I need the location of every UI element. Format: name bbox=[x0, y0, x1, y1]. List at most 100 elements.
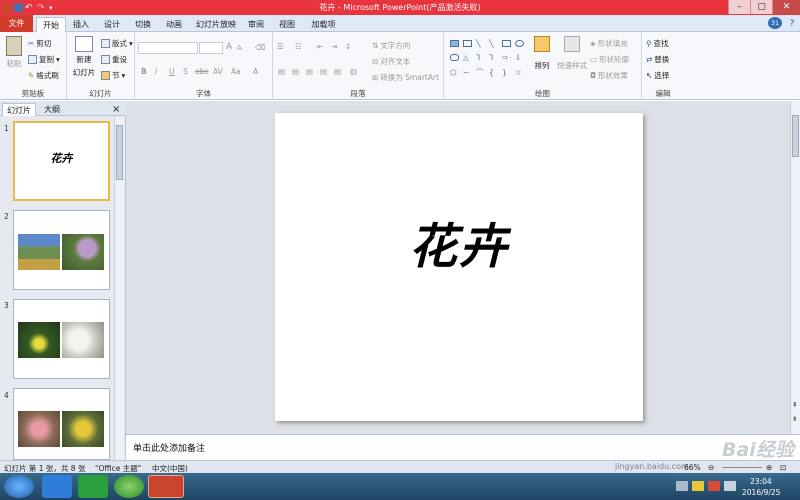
star-shape-icon[interactable]: ☆ bbox=[515, 68, 526, 77]
char-spacing-button[interactable]: AV bbox=[213, 67, 223, 76]
slide-title[interactable]: 花卉 bbox=[275, 207, 643, 277]
align-left-icon[interactable]: ▤ bbox=[278, 67, 285, 76]
decrease-indent-icon[interactable]: ⇤ bbox=[317, 42, 323, 51]
grow-font-button[interactable]: A bbox=[226, 42, 232, 52]
maximize-button[interactable]: ▢ bbox=[750, 0, 772, 14]
line-shape-icon[interactable]: ╲ bbox=[489, 39, 500, 48]
shadow-button[interactable]: S bbox=[183, 67, 188, 76]
elbow-connector-icon[interactable]: ⅂ bbox=[489, 53, 500, 62]
format-painter-button[interactable]: ✎ 格式刷 bbox=[28, 70, 59, 81]
scrollbar-thumb[interactable] bbox=[792, 115, 799, 157]
align-center-icon[interactable]: ▤ bbox=[292, 67, 299, 76]
zoom-out-icon[interactable]: ⊖ bbox=[708, 463, 714, 472]
replace-button[interactable]: ⇄ 替换 bbox=[646, 54, 669, 65]
fit-window-icon[interactable]: ⊡ bbox=[780, 463, 786, 472]
tab-slideshow[interactable]: 幻灯片放映 bbox=[194, 17, 238, 32]
pentagon-shape-icon[interactable]: ⬠ bbox=[450, 68, 461, 77]
zoom-slider[interactable] bbox=[722, 467, 762, 468]
curve-shape-icon[interactable]: ∼ bbox=[463, 68, 474, 77]
slide-canvas[interactable]: 花卉 bbox=[275, 113, 643, 421]
justify-icon[interactable]: ▤ bbox=[320, 67, 327, 76]
slide-thumbnail-4[interactable] bbox=[13, 388, 110, 460]
brace-shape-icon[interactable]: } bbox=[502, 68, 513, 77]
next-slide-icon[interactable]: ⇟ bbox=[792, 415, 798, 423]
underline-button[interactable]: U bbox=[169, 67, 175, 76]
tray-icon[interactable] bbox=[692, 481, 704, 491]
align-text-button[interactable]: ⊟ 对齐文本 bbox=[372, 56, 410, 67]
minimize-button[interactable]: – bbox=[728, 0, 750, 14]
tab-home[interactable]: 开始 bbox=[36, 17, 66, 32]
zoom-in-icon[interactable]: ⊕ bbox=[766, 463, 772, 472]
tab-insert[interactable]: 插入 bbox=[70, 17, 92, 32]
layout-button[interactable]: 版式 ▾ bbox=[101, 38, 133, 49]
bullets-icon[interactable]: ☰ bbox=[277, 42, 284, 51]
oval-shape-icon[interactable] bbox=[515, 39, 524, 47]
tab-addins[interactable]: 加载项 bbox=[307, 17, 340, 32]
convert-smartart-button[interactable]: ⊞ 转换为 SmartArt bbox=[372, 72, 439, 83]
arrange-button[interactable]: 排列 bbox=[534, 36, 550, 71]
numbering-icon[interactable]: ☷ bbox=[295, 42, 302, 51]
rectangle-shape-icon[interactable] bbox=[502, 39, 511, 47]
shape-fill-button[interactable]: ◈ 形状填充 bbox=[590, 38, 628, 49]
cut-button[interactable]: ✂ 剪切 bbox=[28, 38, 51, 49]
section-button[interactable]: 节 ▾ bbox=[101, 70, 125, 81]
increase-indent-icon[interactable]: ⇥ bbox=[331, 42, 337, 51]
tab-design[interactable]: 设计 bbox=[101, 17, 123, 32]
help-icon[interactable]: ? bbox=[786, 17, 798, 32]
font-name-select[interactable] bbox=[138, 42, 198, 54]
close-panel-icon[interactable]: × bbox=[112, 103, 120, 116]
reset-button[interactable]: 重设 bbox=[101, 54, 127, 65]
new-slide-button[interactable]: 新建 幻灯片 bbox=[70, 36, 98, 78]
font-size-select[interactable] bbox=[199, 42, 223, 54]
scrollbar-thumb[interactable] bbox=[116, 125, 123, 180]
text-direction-button[interactable]: ⇅ 文字方向 bbox=[372, 40, 410, 51]
iqiyi-taskbar-icon[interactable] bbox=[78, 475, 108, 498]
clock-time[interactable]: 23:04 bbox=[750, 477, 772, 486]
rounded-rect-shape-icon[interactable] bbox=[450, 53, 459, 61]
slide-thumbnail-2[interactable] bbox=[13, 210, 110, 290]
arrow-shape-icon[interactable]: ⇨ bbox=[502, 53, 513, 62]
arrow-shape-icon[interactable]: ⇩ bbox=[515, 53, 526, 62]
browser-taskbar-icon[interactable] bbox=[42, 475, 72, 498]
copy-button[interactable]: 复制 ▾ bbox=[28, 54, 60, 65]
textbox-shape-icon[interactable] bbox=[463, 39, 472, 47]
bold-button[interactable]: B bbox=[141, 67, 147, 76]
slide-thumbnail-3[interactable] bbox=[13, 299, 110, 379]
tab-outline[interactable]: 大纲 bbox=[40, 103, 64, 116]
zoom-level[interactable]: 66% bbox=[684, 463, 701, 472]
change-case-button[interactable]: Aa bbox=[231, 67, 241, 76]
tab-transitions[interactable]: 切换 bbox=[132, 17, 154, 32]
clear-format-icon[interactable]: ⌫ bbox=[255, 43, 266, 52]
triangle-shape-icon[interactable]: △ bbox=[463, 53, 474, 62]
tray-icon[interactable] bbox=[708, 481, 720, 491]
elbow-connector-icon[interactable]: ⅂ bbox=[476, 53, 487, 62]
network-icon[interactable] bbox=[724, 481, 736, 491]
help-badge[interactable]: 31 bbox=[768, 17, 782, 29]
shrink-font-button[interactable]: A bbox=[237, 44, 242, 52]
tab-animations[interactable]: 动画 bbox=[163, 17, 185, 32]
tab-file[interactable]: 文件 bbox=[0, 15, 33, 32]
slide-thumbnail-1[interactable]: 花卉 bbox=[13, 121, 110, 201]
powerpoint-taskbar-icon[interactable] bbox=[148, 475, 184, 498]
clock-date[interactable]: 2016/9/25 bbox=[742, 488, 780, 497]
paste-button[interactable]: 粘贴 bbox=[4, 36, 24, 69]
shape-outline-button[interactable]: ▭ 形状轮廓 bbox=[590, 54, 629, 65]
line-shape-icon[interactable]: ╲ bbox=[476, 39, 487, 48]
360-taskbar-icon[interactable] bbox=[114, 475, 144, 498]
arc-shape-icon[interactable]: ⌒ bbox=[476, 67, 487, 78]
quick-styles-button[interactable]: 快速样式 bbox=[557, 36, 587, 71]
line-spacing-icon[interactable]: ↕ bbox=[345, 42, 351, 51]
italic-button[interactable]: I bbox=[155, 67, 157, 76]
close-button[interactable]: ✕ bbox=[772, 0, 800, 14]
tab-review[interactable]: 审阅 bbox=[245, 17, 267, 32]
find-button[interactable]: ⚲ 查找 bbox=[646, 38, 669, 49]
tab-slides[interactable]: 幻灯片 bbox=[2, 103, 36, 116]
previous-slide-icon[interactable]: ⇞ bbox=[792, 401, 798, 409]
select-button[interactable]: ↖ 选择 bbox=[646, 70, 669, 81]
distribute-icon[interactable]: ▤ bbox=[334, 67, 341, 76]
tray-icon[interactable] bbox=[676, 481, 688, 491]
align-right-icon[interactable]: ▤ bbox=[306, 67, 313, 76]
brace-shape-icon[interactable]: { bbox=[489, 68, 500, 77]
rectangle-shape-icon[interactable] bbox=[450, 39, 459, 47]
tab-view[interactable]: 视图 bbox=[276, 17, 298, 32]
